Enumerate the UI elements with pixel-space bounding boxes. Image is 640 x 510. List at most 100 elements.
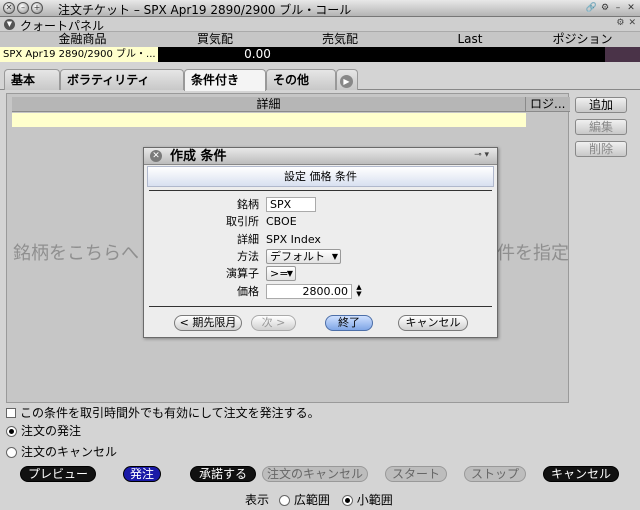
price-input[interactable]: 2800.00 <box>266 284 352 299</box>
outside-hours-option[interactable]: この条件を取引時間外でも有効にして注文を発注する。 <box>6 404 320 421</box>
submit-order-option[interactable]: 注文の発注 <box>6 422 81 439</box>
submit-order-radio[interactable] <box>6 426 17 437</box>
edit-button[interactable]: 編集 <box>575 119 627 135</box>
submit-order-label: 注文の発注 <box>21 424 82 438</box>
tab-more[interactable]: ▶ <box>336 69 358 90</box>
operator-select[interactable]: >= ▼ <box>266 266 296 281</box>
method-row: 方法 デフォルト ▼ <box>144 248 497 265</box>
operator-label: 演算子 <box>226 267 259 280</box>
col-logic[interactable]: ロジ... <box>530 97 565 112</box>
exchange-value: CBOE <box>266 215 297 228</box>
dialog-banner: 設定 価格 条件 <box>147 166 494 187</box>
stop-button[interactable]: ストップ <box>464 466 526 482</box>
approve-button[interactable]: 承諾する <box>190 466 256 482</box>
price-row: 価格 2800.00 ▲ ▼ <box>144 283 497 300</box>
maximize-window-icon[interactable]: + <box>31 2 43 14</box>
col-position[interactable]: ポジション <box>525 32 640 47</box>
wide-view-radio[interactable] <box>278 495 290 506</box>
cancel-order-button[interactable]: 注文のキャンセル <box>262 466 368 482</box>
instrument-cell[interactable]: SPX Apr19 2890/2900 ブル・... <box>0 47 158 62</box>
view-label: 表示 <box>245 493 270 507</box>
submit-button[interactable]: 発注 <box>123 466 161 482</box>
detail-value: SPX Index <box>266 233 321 246</box>
col-last[interactable]: Last <box>415 32 525 47</box>
tab-other[interactable]: その他 <box>266 69 336 90</box>
narrow-view-radio[interactable] <box>341 495 353 506</box>
divider <box>149 190 492 191</box>
wide-view-label[interactable]: 広範囲 <box>294 493 330 507</box>
narrow-view-label[interactable]: 小範囲 <box>357 493 393 507</box>
method-select[interactable]: デフォルト ▼ <box>266 249 341 264</box>
symbol-input[interactable]: SPX <box>266 197 316 212</box>
order-actions: プレビュー 発注 承諾する 注文のキャンセル スタート ストップ キャンセル <box>0 466 640 484</box>
settings-icon[interactable]: ⚙ <box>616 18 624 28</box>
last-cell <box>505 47 605 62</box>
symbol-label: 銘柄 <box>237 198 259 211</box>
prev-expiry-button[interactable]: < 期先限月 <box>174 315 242 331</box>
close-icon[interactable]: ✕ <box>626 2 636 14</box>
pin-icon[interactable]: ⊸ ▾ <box>474 150 489 160</box>
minimize-icon[interactable]: – <box>613 2 623 14</box>
col-instrument[interactable]: 金融商品 <box>0 32 165 47</box>
next-button[interactable]: 次 > <box>251 315 296 331</box>
collapse-icon[interactable]: ▼ <box>4 19 15 30</box>
quote-columns: 金融商品 買気配 売気配 Last ポジション <box>0 32 640 47</box>
operator-row: 演算子 >= ▼ <box>144 265 497 282</box>
chevron-down-icon: ▼ <box>286 269 293 278</box>
drag-hint-right: 件を指定 <box>497 243 569 264</box>
dialog-cancel-button[interactable]: キャンセル <box>398 315 468 331</box>
dialog-titlebar: ✕ 作成 条件 ⊸ ▾ <box>144 148 497 165</box>
chevron-down-icon: ▼ <box>331 252 338 261</box>
order-tabs: 基本 ボラティリティ 条件付き その他 ▶ <box>0 66 640 91</box>
minimize-window-icon[interactable]: – <box>17 2 29 14</box>
link-icon[interactable]: 🔗 <box>586 2 597 14</box>
quote-row[interactable]: SPX Apr19 2890/2900 ブル・... 0.00 <box>0 47 640 62</box>
outside-hours-checkbox[interactable] <box>6 408 16 418</box>
cancel-order-radio[interactable] <box>6 447 17 458</box>
add-button[interactable]: 追加 <box>575 97 627 113</box>
condition-row[interactable] <box>12 113 526 127</box>
preview-button[interactable]: プレビュー <box>20 466 96 482</box>
price-stepper-icon[interactable]: ▲ ▼ <box>354 284 364 299</box>
col-ask[interactable]: 売気配 <box>265 32 415 47</box>
tab-basic[interactable]: 基本 <box>4 69 60 90</box>
cancel-button[interactable]: キャンセル <box>543 466 619 482</box>
condition-actions: 追加 編集 削除 <box>575 97 627 163</box>
view-toggle: 表示 広範囲 小範囲 <box>245 491 393 508</box>
finish-button[interactable]: 終了 <box>325 315 373 331</box>
outside-hours-label: この条件を取引時間外でも有効にして注文を発注する。 <box>20 406 320 420</box>
exchange-row: 取引所 CBOE <box>144 213 497 230</box>
quote-panel-tools: ⚙ ✕ <box>616 18 636 28</box>
method-label: 方法 <box>237 250 259 263</box>
close-icon[interactable]: ✕ <box>628 18 636 28</box>
titlebar-tools: 🔗 ⚙ – ✕ <box>586 2 636 14</box>
cancel-order-option[interactable]: 注文のキャンセル <box>6 443 117 460</box>
drag-hint-left: 銘柄をこちらへド <box>13 243 157 264</box>
dialog-title: 作成 条件 <box>170 149 227 164</box>
play-icon: ▶ <box>340 75 353 88</box>
tab-conditions[interactable]: 条件付き <box>184 69 266 91</box>
tab-volatility[interactable]: ボラティリティ <box>60 69 184 90</box>
ask-cell <box>357 47 505 62</box>
dialog-close-icon[interactable]: ✕ <box>150 150 162 162</box>
create-condition-dialog: ✕ 作成 条件 ⊸ ▾ 設定 価格 条件 銘柄 SPX 取引所 CBOE 詳細 … <box>143 147 498 338</box>
divider <box>149 306 492 307</box>
delete-button[interactable]: 削除 <box>575 141 627 157</box>
window-title: 注文チケット – SPX Apr19 2890/2900 ブル・コール <box>58 3 352 17</box>
price-label: 価格 <box>237 285 259 298</box>
symbol-row: 銘柄 SPX <box>144 196 497 213</box>
conditions-grid-header: 詳細 ロジ... <box>12 97 570 112</box>
col-bid[interactable]: 買気配 <box>165 32 265 47</box>
position-cell <box>605 47 640 62</box>
window-controls: ✕ – + <box>3 2 43 14</box>
detail-label: 詳細 <box>237 233 259 246</box>
dialog-buttons: < 期先限月 次 > 終了 キャンセル <box>144 315 497 333</box>
cancel-order-label: 注文のキャンセル <box>21 445 118 459</box>
quote-panel-header: ▼ クォートパネル ⚙ ✕ <box>0 17 640 33</box>
settings-icon[interactable]: ⚙ <box>600 2 610 14</box>
start-button[interactable]: スタート <box>385 466 447 482</box>
col-detail[interactable]: 詳細 <box>12 97 526 112</box>
close-window-icon[interactable]: ✕ <box>3 2 15 14</box>
detail-row: 詳細 SPX Index <box>144 231 497 248</box>
window-titlebar: ✕ – + 注文チケット – SPX Apr19 2890/2900 ブル・コー… <box>0 0 640 17</box>
